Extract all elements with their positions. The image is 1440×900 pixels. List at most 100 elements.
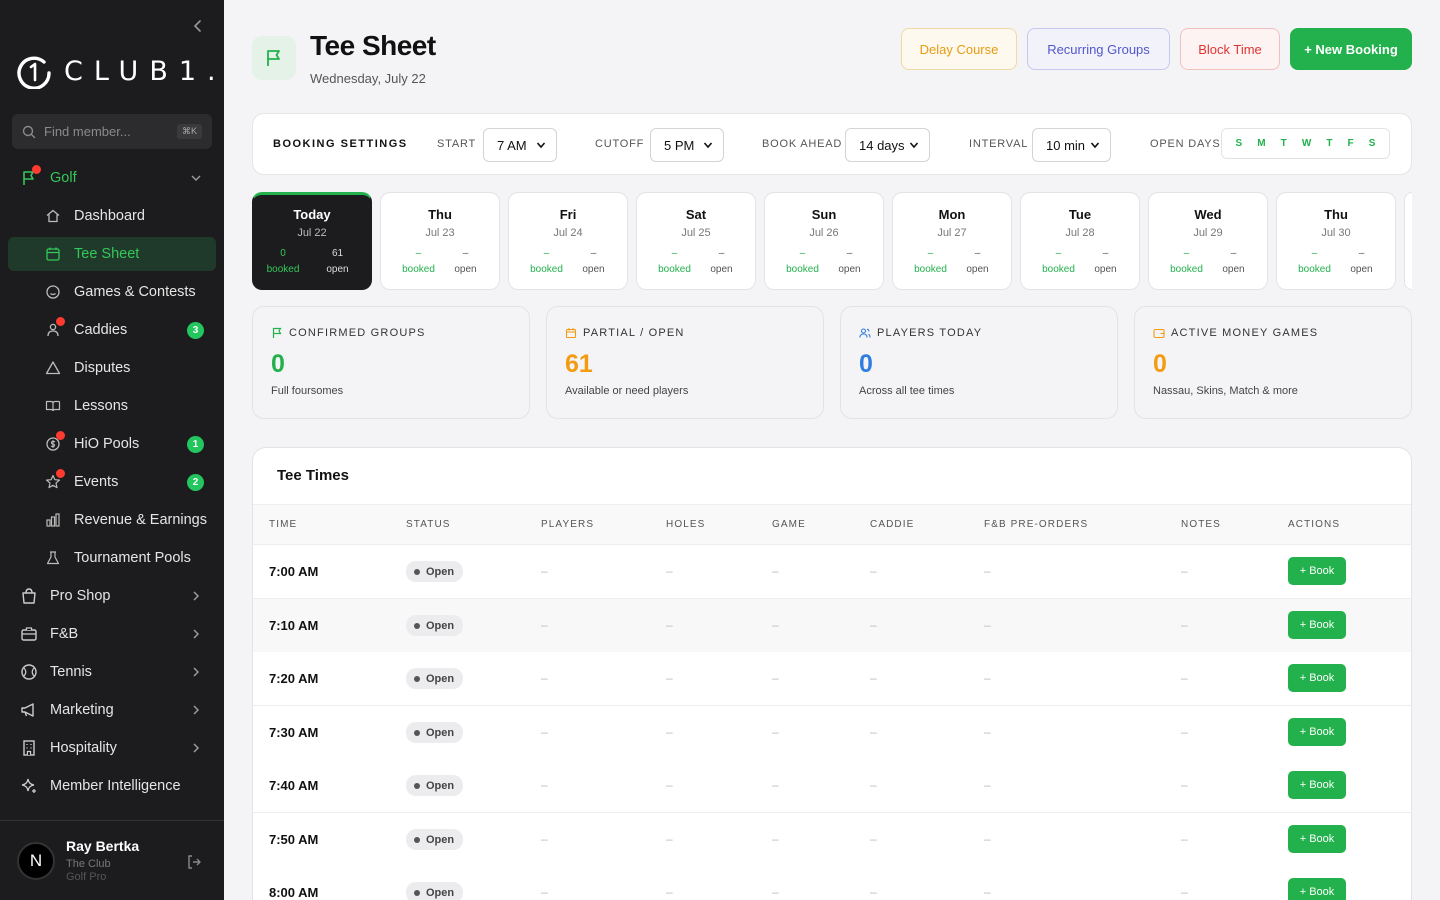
sidebar-item-label: Dashboard bbox=[74, 208, 145, 224]
sidebar-item-revenue-earnings[interactable]: Revenue & Earnings bbox=[8, 503, 216, 537]
sidebar-item-marketing[interactable]: Marketing bbox=[8, 693, 216, 727]
sidebar-item-pro-shop[interactable]: Pro Shop bbox=[8, 579, 216, 613]
book-ahead-label: BOOK AHEAD bbox=[762, 138, 843, 150]
stat-active-money-games: ACTIVE MONEY GAMES 0 Nassau, Skins, Matc… bbox=[1134, 306, 1412, 419]
column-header-holes: HOLES bbox=[666, 519, 706, 530]
stat-label: CONFIRMED GROUPS bbox=[289, 327, 426, 339]
logout-icon[interactable] bbox=[186, 854, 202, 875]
day-card-overflow[interactable] bbox=[1404, 192, 1412, 290]
table-row: 8:00 AM Open – – – – – – + Book bbox=[253, 866, 1411, 900]
start-label: START bbox=[437, 138, 477, 150]
open-count: 61 bbox=[331, 248, 344, 259]
fnb-cell: – bbox=[984, 618, 991, 632]
sidebar-item-label: Lessons bbox=[74, 398, 129, 414]
day-card[interactable]: Wed Jul 29 – – booked open bbox=[1148, 192, 1268, 290]
flag-icon bbox=[271, 327, 283, 339]
day-card[interactable]: Sun Jul 26 – – booked open bbox=[764, 192, 884, 290]
column-header-time: TIME bbox=[269, 519, 298, 530]
book-button[interactable]: + Book bbox=[1288, 718, 1346, 746]
sidebar-item-label: Golf bbox=[50, 170, 77, 186]
sidebar-item-golf[interactable]: Golf bbox=[8, 161, 216, 195]
book-button[interactable]: + Book bbox=[1288, 611, 1346, 639]
sidebar-item-hio-pools[interactable]: HiO Pools 1 bbox=[8, 427, 216, 461]
day-card[interactable]: Thu Jul 23 – – booked open bbox=[380, 192, 500, 290]
notification-dot bbox=[32, 165, 41, 174]
sidebar-item-tennis[interactable]: Tennis bbox=[8, 655, 216, 689]
day-card[interactable]: Thu Jul 30 – – booked open bbox=[1276, 192, 1396, 290]
day-card[interactable]: Mon Jul 27 – – booked open bbox=[892, 192, 1012, 290]
wallet-icon bbox=[1153, 327, 1165, 339]
day-date: Jul 24 bbox=[553, 227, 583, 239]
stat-label: ACTIVE MONEY GAMES bbox=[1171, 327, 1319, 339]
sidebar-item-tee-sheet[interactable]: Tee Sheet bbox=[8, 237, 216, 271]
block-time-button[interactable]: Block Time bbox=[1180, 28, 1280, 70]
status-text: Open bbox=[426, 672, 455, 685]
day-date: Jul 26 bbox=[809, 227, 839, 239]
book-button[interactable]: + Book bbox=[1288, 557, 1346, 585]
open-label: open bbox=[1222, 264, 1245, 275]
chevron-right-icon bbox=[190, 666, 202, 682]
status-dot bbox=[414, 836, 420, 843]
cutoff-select[interactable]: 5 PM bbox=[650, 128, 724, 162]
recurring-groups-button[interactable]: Recurring Groups bbox=[1027, 28, 1170, 70]
book-ahead-select[interactable]: 14 days bbox=[845, 128, 930, 162]
search-input[interactable] bbox=[44, 124, 177, 139]
day-toggle-fri[interactable]: F bbox=[1348, 138, 1354, 149]
column-header-status: STATUS bbox=[406, 519, 451, 530]
interval-select[interactable]: 10 min bbox=[1032, 128, 1111, 162]
sidebar-item-disputes[interactable]: Disputes bbox=[8, 351, 216, 385]
fnb-cell: – bbox=[984, 564, 991, 578]
sidebar-item-member-intelligence[interactable]: Member Intelligence bbox=[8, 769, 216, 803]
sidebar-item-lessons[interactable]: Lessons bbox=[8, 389, 216, 423]
book-button[interactable]: + Book bbox=[1288, 825, 1346, 853]
day-toggle-wed[interactable]: W bbox=[1302, 138, 1311, 149]
book-button[interactable]: + Book bbox=[1288, 664, 1346, 692]
day-name: Wed bbox=[1194, 207, 1222, 222]
new-booking-button[interactable]: + New Booking bbox=[1290, 28, 1412, 70]
member-search[interactable]: ⌘K bbox=[12, 114, 212, 149]
day-toggle-thu[interactable]: T bbox=[1326, 138, 1332, 149]
sidebar-item-hospitality[interactable]: Hospitality bbox=[8, 731, 216, 765]
shopping-bag-icon bbox=[20, 587, 38, 605]
sidebar-item-fnb[interactable]: F&B bbox=[8, 617, 216, 651]
count-badge: 2 bbox=[187, 474, 204, 491]
sidebar-item-label: Tournament Pools bbox=[74, 550, 191, 566]
day-card[interactable]: Sat Jul 25 – – booked open bbox=[636, 192, 756, 290]
players-cell: – bbox=[541, 725, 548, 739]
sidebar-item-tournament-pools[interactable]: Tournament Pools bbox=[8, 541, 216, 575]
day-card[interactable]: Tue Jul 28 – – booked open bbox=[1020, 192, 1140, 290]
sidebar-item-events[interactable]: Events 2 bbox=[8, 465, 216, 499]
table-row: 7:50 AM Open – – – – – – + Book bbox=[253, 813, 1411, 867]
day-toggle-sun[interactable]: S bbox=[1236, 138, 1243, 149]
day-date: Jul 27 bbox=[937, 227, 967, 239]
delay-course-button[interactable]: Delay Course bbox=[901, 28, 1017, 70]
day-toggle-mon[interactable]: M bbox=[1257, 138, 1265, 149]
holes-cell: – bbox=[666, 618, 673, 632]
column-header-game: GAME bbox=[772, 519, 806, 530]
notification-dot bbox=[56, 431, 65, 440]
day-card[interactable]: Fri Jul 24 – – booked open bbox=[508, 192, 628, 290]
chevron-down-icon bbox=[703, 142, 713, 149]
start-select[interactable]: 7 AM bbox=[483, 128, 557, 162]
day-toggle-tue[interactable]: T bbox=[1281, 138, 1287, 149]
chevron-left-icon[interactable] bbox=[190, 18, 206, 34]
day-date: Jul 22 bbox=[297, 227, 327, 239]
user-profile[interactable]: N Ray Bertka The Club Golf Pro bbox=[0, 820, 224, 900]
day-name: Today bbox=[293, 207, 331, 222]
caddie-cell: – bbox=[870, 832, 877, 846]
user-name: Ray Bertka bbox=[66, 838, 140, 854]
chevron-down-icon bbox=[909, 142, 919, 149]
page-date: Wednesday, July 22 bbox=[310, 71, 426, 86]
sidebar-item-dashboard[interactable]: Dashboard bbox=[8, 199, 216, 233]
booking-settings-title: BOOKING SETTINGS bbox=[273, 138, 408, 150]
book-button[interactable]: + Book bbox=[1288, 771, 1346, 799]
sidebar-item-caddies[interactable]: Caddies 3 bbox=[8, 313, 216, 347]
sidebar-item-games-contests[interactable]: Games & Contests bbox=[8, 275, 216, 309]
book-button[interactable]: + Book bbox=[1288, 878, 1346, 900]
day-toggle-sat[interactable]: S bbox=[1369, 138, 1376, 149]
flag-icon bbox=[20, 165, 41, 187]
day-date: Jul 30 bbox=[1321, 227, 1351, 239]
day-card-today[interactable]: Today Jul 22 0 61 booked open bbox=[252, 192, 372, 290]
sidebar-item-label: Games & Contests bbox=[74, 284, 196, 300]
calendar-icon bbox=[44, 245, 62, 263]
